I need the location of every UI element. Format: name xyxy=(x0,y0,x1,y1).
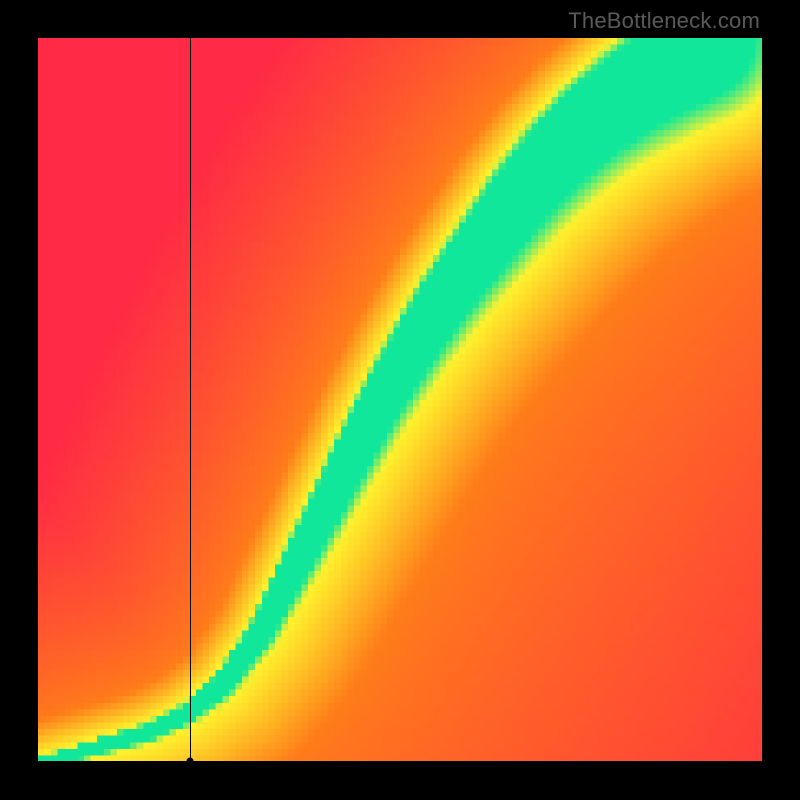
frame: TheBottleneck.com xyxy=(0,0,800,800)
heatmap-plot xyxy=(38,38,762,762)
watermark-text: TheBottleneck.com xyxy=(568,8,760,34)
heatmap-canvas xyxy=(38,38,762,762)
